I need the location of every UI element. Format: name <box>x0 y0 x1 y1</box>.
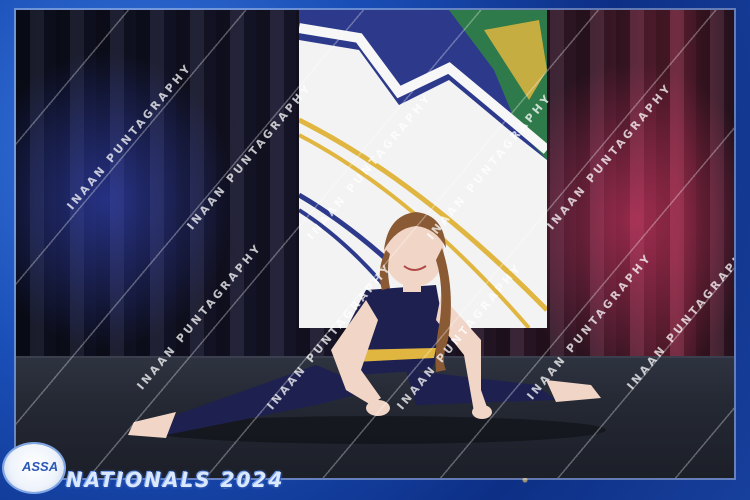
dancer-figure <box>128 212 606 444</box>
photo-frame: INAAN PUNTAGRAPHY INAAN PUNTAGRAPHY INAA… <box>0 0 750 500</box>
logo-text: ASSA <box>22 459 59 474</box>
event-title: NATIONALS 2024 <box>66 468 285 492</box>
assa-logo-icon: ASSA <box>4 444 64 492</box>
stage-photo: INAAN PUNTAGRAPHY INAAN PUNTAGRAPHY INAA… <box>16 10 734 478</box>
